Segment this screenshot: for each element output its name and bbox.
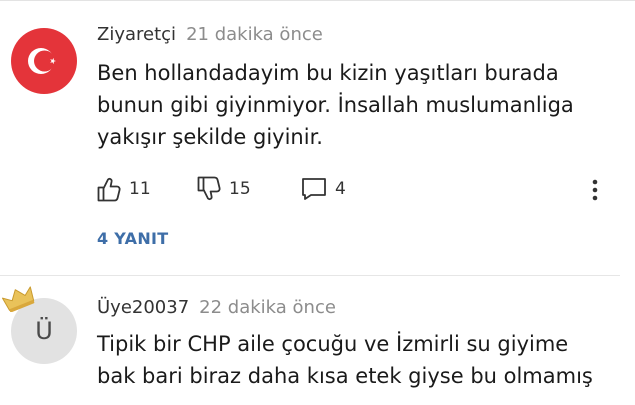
comment-bubble-icon xyxy=(302,178,326,200)
crown-icon xyxy=(2,286,35,312)
comment-line: Tipik bir CHP aile çocuğu ve İzmirli su … xyxy=(97,332,569,356)
thumbs-up-icon xyxy=(97,177,121,202)
comment-body: Ben hollandadayim bu kizin yaşıtları bur… xyxy=(97,57,574,153)
more-options-icon[interactable] xyxy=(588,178,602,202)
username[interactable]: Üye20037 xyxy=(97,297,189,318)
dislike-count: 15 xyxy=(229,179,251,199)
comment-body: Tipik bir CHP aile çocuğu ve İzmirli su … xyxy=(97,328,593,392)
comment-line: bunun gibi giyinmiyor. İnsallah musluman… xyxy=(97,93,574,117)
comment-meta: Üye20037 22 dakika önce xyxy=(97,297,336,318)
comment-line: bak bari biraz daha kısa etek giyse bu o… xyxy=(97,364,593,388)
dislike-button[interactable]: 15 xyxy=(197,176,251,202)
comment-line: yakışır şekilde giyinir. xyxy=(97,125,323,149)
turkish-flag-icon xyxy=(28,48,56,74)
show-replies-link[interactable]: 4 YANIT xyxy=(97,229,169,248)
reply-button[interactable]: 4 xyxy=(301,176,346,202)
comment-line: Ben hollandadayim bu kizin yaşıtları bur… xyxy=(97,61,559,85)
like-count: 11 xyxy=(129,179,151,199)
thumbs-down-icon xyxy=(197,176,221,201)
comment-meta: Ziyaretçi 21 dakika önce xyxy=(97,24,323,45)
timestamp: 21 dakika önce xyxy=(186,24,323,45)
top-divider xyxy=(0,0,635,1)
timestamp: 22 dakika önce xyxy=(199,297,336,318)
user-avatar[interactable] xyxy=(11,28,77,94)
comment-divider xyxy=(0,275,620,276)
like-button[interactable]: 11 xyxy=(97,176,151,202)
username[interactable]: Ziyaretçi xyxy=(97,24,176,45)
reply-count: 4 xyxy=(335,179,346,199)
